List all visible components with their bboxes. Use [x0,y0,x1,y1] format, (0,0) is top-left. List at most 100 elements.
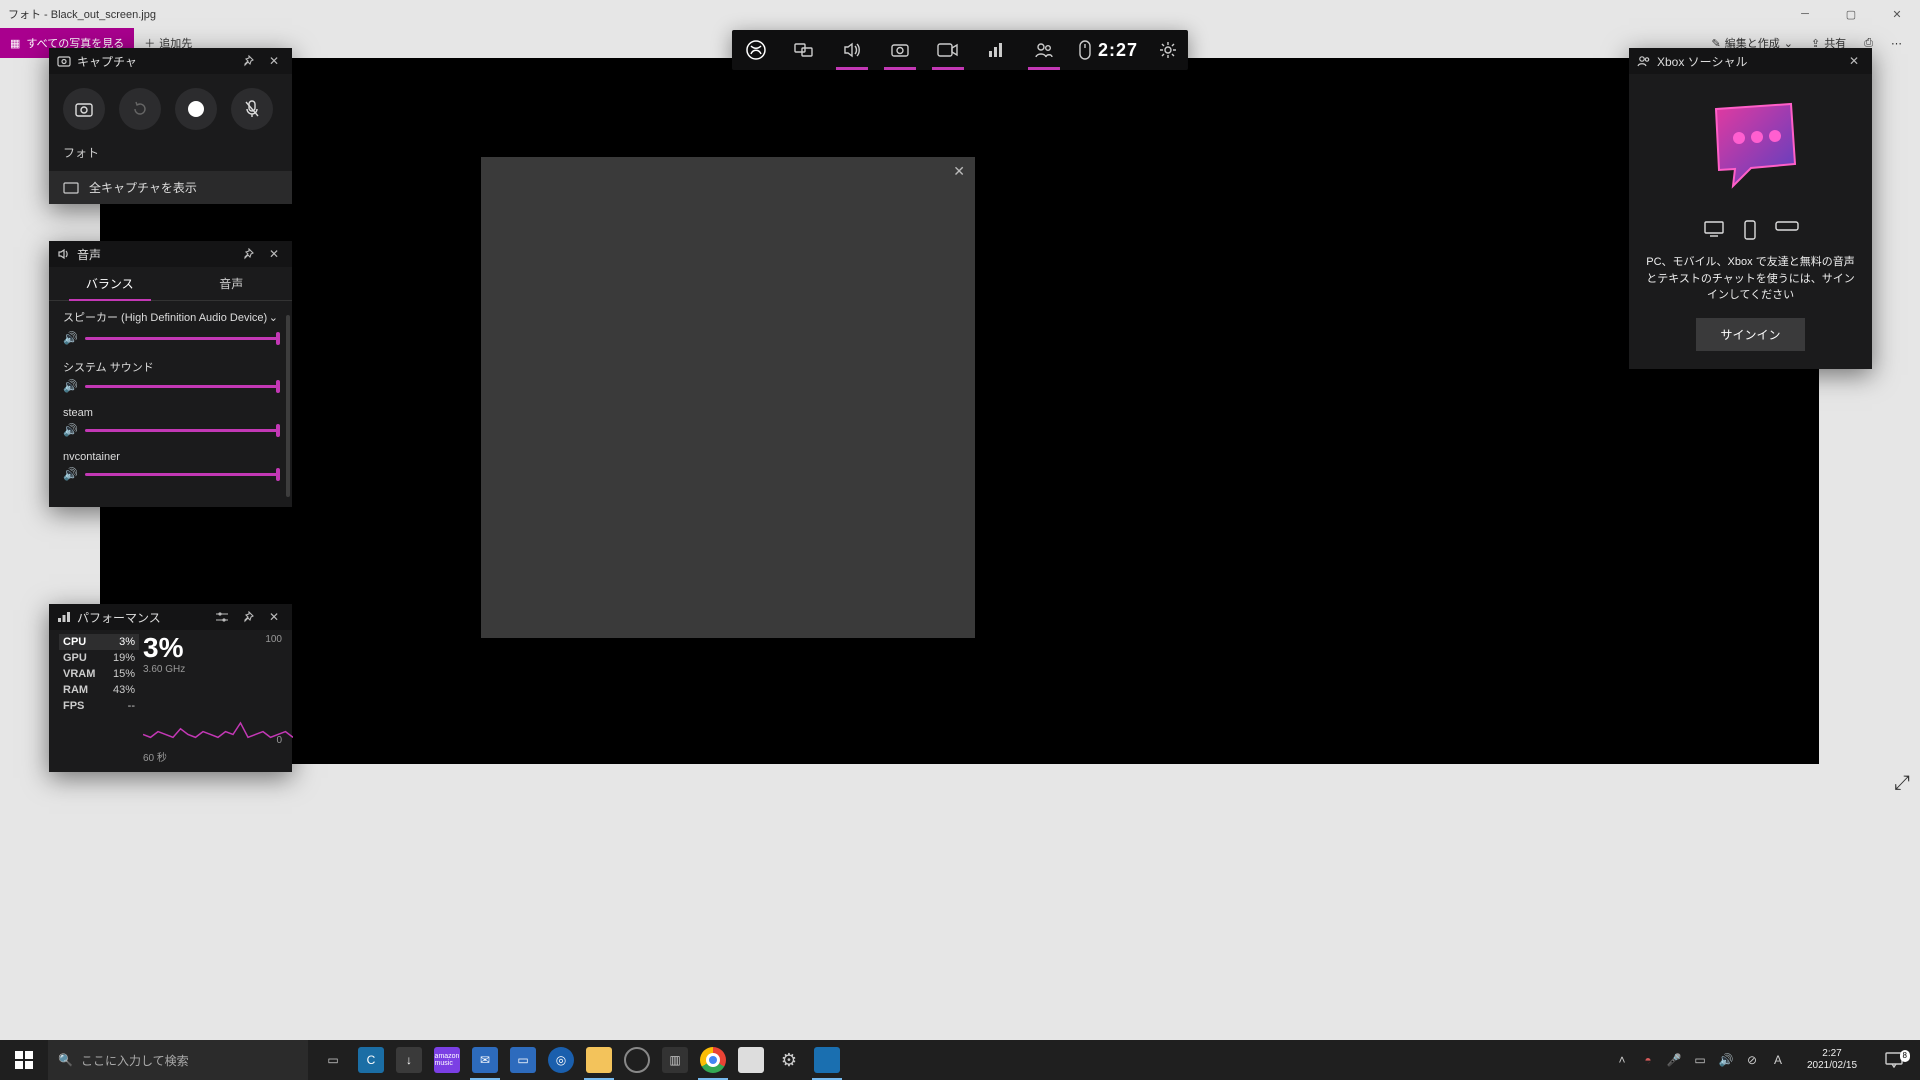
browser-icon: ◎ [548,1047,574,1073]
security-tray-icon[interactable]: ◓ [1636,1040,1660,1080]
photos-button[interactable] [808,1040,846,1080]
metric-row-fps[interactable]: FPS -- [59,698,139,714]
tray-overflow-button[interactable]: ˄ [1610,1040,1634,1080]
note-button[interactable] [732,1040,770,1080]
capture-icon [57,55,71,67]
pin-button[interactable] [238,51,258,71]
mail-button[interactable]: ✉ [466,1040,504,1080]
capture-icon [890,41,910,59]
screenshot-button[interactable] [63,88,105,130]
speaker-icon[interactable]: 🔊 [63,379,77,393]
start-button[interactable] [0,1040,48,1080]
metric-row-vram[interactable]: VRAM15% [59,666,139,682]
blocked-tray-icon[interactable]: ⊘ [1740,1040,1764,1080]
metric-row-ram[interactable]: RAM43% [59,682,139,698]
xbox-button[interactable] [732,30,780,70]
master-volume-slider[interactable] [85,337,278,340]
amazon-music-button[interactable]: amazonmusic [428,1040,466,1080]
audio-source-row: 🔊 [63,423,278,437]
social-header[interactable]: Xbox ソーシャル ✕ [1629,48,1872,74]
widgets-button[interactable] [780,30,828,70]
pin-button[interactable] [238,244,258,264]
metric-label: CPU [63,636,86,648]
slider-thumb[interactable] [276,468,280,481]
expand-icon[interactable]: ⤢ [1894,772,1910,795]
audio-widget-button[interactable] [828,30,876,70]
slider-thumb[interactable] [276,424,280,437]
camera-icon [75,101,93,117]
sliders-icon [215,611,229,623]
phone-icon [1743,220,1757,240]
mic-tray-icon[interactable]: 🎤 [1662,1040,1686,1080]
performance-header[interactable]: パフォーマンス ✕ [49,604,292,630]
widgets-icon [794,41,814,59]
social-widget-button[interactable] [1020,30,1068,70]
output-device-selector[interactable]: スピーカー (High Definition Audio Device) ⌄ [63,309,278,325]
close-button[interactable]: ✕ [264,607,284,627]
tab-voice[interactable]: 音声 [171,267,293,300]
speaker-icon: 🔊 [1719,1053,1734,1067]
close-window-button[interactable]: ✕ [1874,0,1920,28]
close-icon[interactable]: ✕ [953,163,965,180]
folder-icon [586,1047,612,1073]
chrome-icon [700,1047,726,1073]
volume-slider[interactable] [85,473,278,476]
maximize-button[interactable]: ▢ [1828,0,1874,28]
cortana-button[interactable]: C [352,1040,390,1080]
close-button[interactable]: ✕ [1844,51,1864,71]
mic-toggle-button[interactable] [231,88,273,130]
slider-thumb[interactable] [276,380,280,393]
speaker-icon[interactable]: 🔊 [63,331,77,345]
explorer-button[interactable] [580,1040,618,1080]
volume-slider[interactable] [85,429,278,432]
taskbar-search[interactable]: 🔍 ここに入力して検索 [48,1040,308,1080]
capture-header[interactable]: キャプチャ ✕ [49,48,292,74]
capture-title: キャプチャ [77,53,137,70]
speaker-icon[interactable]: 🔊 [63,467,77,481]
speaker-icon[interactable]: 🔊 [63,423,77,437]
gamebar-settings-button[interactable] [1148,30,1188,70]
show-all-captures-button[interactable]: 全キャプチャを表示 [49,171,292,204]
photos-titlebar: フォト - Black_out_screen.jpg ─ ▢ ✕ [0,0,1920,28]
more-button[interactable]: ⋯ [1883,28,1910,58]
video-editor-button[interactable]: ▥ [656,1040,694,1080]
metric-label: FPS [63,700,84,712]
system-tray: ˄ ◓ 🎤 ▭ 🔊 ⊘ A 2:27 2021/02/15 8 [1610,1040,1920,1080]
perf-options-button[interactable] [212,607,232,627]
slider-thumb[interactable] [276,332,280,345]
ime-tray-icon[interactable]: ▭ [1688,1040,1712,1080]
tab-balance[interactable]: バランス [49,267,171,300]
lang-tray-icon[interactable]: A [1766,1040,1790,1080]
lang-icon: A [1774,1053,1782,1067]
metric-row-gpu[interactable]: GPU19% [59,650,139,666]
browser-button[interactable]: ◎ [542,1040,580,1080]
metric-row-cpu[interactable]: CPU3% [59,634,139,650]
action-center-button[interactable]: 8 [1874,1052,1914,1068]
broadcast-button[interactable] [924,30,972,70]
metric-value: -- [128,700,135,712]
task-view-button[interactable]: ▭ [314,1040,352,1080]
performance-widget-button[interactable] [972,30,1020,70]
metric-label: VRAM [63,668,95,680]
close-button[interactable]: ✕ [264,51,284,71]
audio-header[interactable]: 音声 ✕ [49,241,292,267]
chrome-button[interactable] [694,1040,732,1080]
gamebar-clock-group: 2:27 [1068,30,1148,70]
teams-button[interactable]: ▭ [504,1040,542,1080]
obs-button[interactable] [618,1040,656,1080]
close-button[interactable]: ✕ [264,244,284,264]
minimize-button[interactable]: ─ [1782,0,1828,28]
signin-button[interactable]: サインイン [1696,318,1804,351]
audio-body: スピーカー (High Definition Audio Device) ⌄ 🔊… [49,301,292,507]
audio-source-row: 🔊 [63,467,278,481]
store-button[interactable]: ↓ [390,1040,428,1080]
volume-tray-icon[interactable]: 🔊 [1714,1040,1738,1080]
taskbar-clock[interactable]: 2:27 2021/02/15 [1792,1048,1872,1072]
clock-time: 2:27 [1822,1048,1841,1060]
capture-widget-button[interactable] [876,30,924,70]
pin-button[interactable] [238,607,258,627]
record-button[interactable] [175,88,217,130]
settings-button[interactable]: ⚙ [770,1040,808,1080]
volume-slider[interactable] [85,385,278,388]
record-last-button[interactable] [119,88,161,130]
